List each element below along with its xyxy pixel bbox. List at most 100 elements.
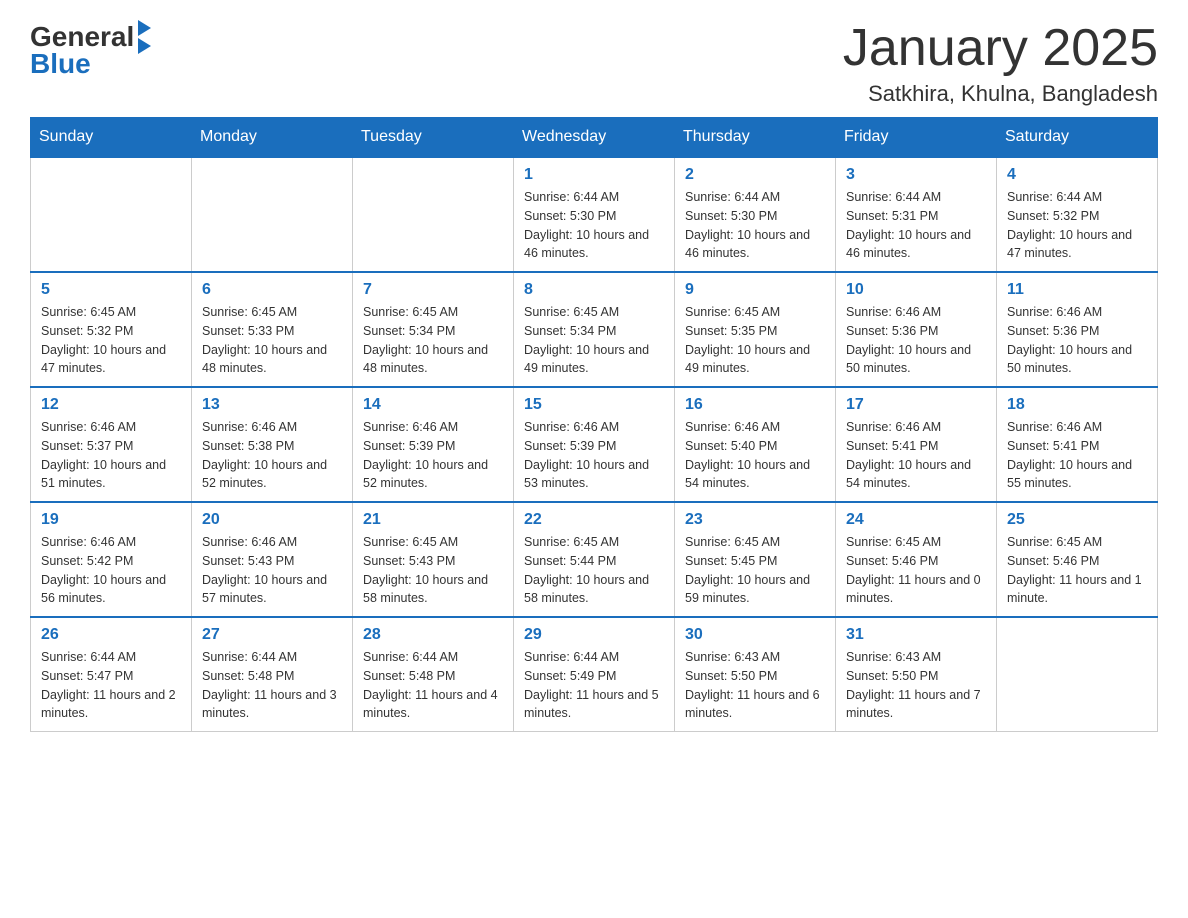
calendar-cell: 17 Sunrise: 6:46 AM Sunset: 5:41 PM Dayli…: [836, 387, 997, 502]
day-number: 18: [1007, 396, 1147, 414]
day-number: 3: [846, 166, 986, 184]
day-info: Sunrise: 6:44 AM Sunset: 5:48 PM Dayligh…: [202, 648, 342, 723]
day-info: Sunrise: 6:44 AM Sunset: 5:47 PM Dayligh…: [41, 648, 181, 723]
week-row-2: 5Sunrise: 6:45 AM Sunset: 5:32 PM Daylig…: [31, 272, 1158, 387]
day-info: Sunrise: 6:43 AM Sunset: 5:50 PM Dayligh…: [685, 648, 825, 723]
weekday-header-monday: Monday: [192, 118, 353, 158]
calendar-cell: 24Sunrise: 6:45 AM Sunset: 5:46 PM Dayli…: [836, 502, 997, 617]
day-number: 15: [524, 396, 664, 414]
day-info: Sunrise: 6:46 AM Sunset: 5:37 PM Dayligh…: [41, 418, 181, 493]
day-number: 29: [524, 626, 664, 644]
calendar-cell: 12 Sunrise: 6:46 AM Sunset: 5:37 PM Dayli…: [31, 387, 192, 502]
day-number: 28: [363, 626, 503, 644]
logo: General Blue: [30, 20, 151, 78]
day-number: 21: [363, 511, 503, 529]
day-number: 31: [846, 626, 986, 644]
weekday-header-friday: Friday: [836, 118, 997, 158]
day-number: 13: [202, 396, 342, 414]
day-info: Sunrise: 6:46 AM Sunset: 5:36 PM Dayligh…: [1007, 303, 1147, 378]
day-info: Sunrise: 6:45 AM Sunset: 5:34 PM Dayligh…: [363, 303, 503, 378]
calendar-cell: 16 Sunrise: 6:46 AM Sunset: 5:40 PM Dayli…: [675, 387, 836, 502]
calendar-cell: 3 Sunrise: 6:44 AM Sunset: 5:31 PM Daylig…: [836, 157, 997, 272]
day-info: Sunrise: 6:46 AM Sunset: 5:43 PM Dayligh…: [202, 533, 342, 608]
day-info: Sunrise: 6:44 AM Sunset: 5:30 PM Dayligh…: [524, 188, 664, 263]
calendar-cell: [997, 617, 1158, 732]
day-info: Sunrise: 6:45 AM Sunset: 5:33 PM Dayligh…: [202, 303, 342, 378]
day-info: Sunrise: 6:44 AM Sunset: 5:30 PM Dayligh…: [685, 188, 825, 263]
day-number: 12: [41, 396, 181, 414]
day-number: 2: [685, 166, 825, 184]
day-number: 6: [202, 281, 342, 299]
day-number: 8: [524, 281, 664, 299]
week-row-5: 26Sunrise: 6:44 AM Sunset: 5:47 PM Dayli…: [31, 617, 1158, 732]
day-number: 23: [685, 511, 825, 529]
day-number: 20: [202, 511, 342, 529]
day-info: Sunrise: 6:46 AM Sunset: 5:36 PM Dayligh…: [846, 303, 986, 378]
day-info: Sunrise: 6:45 AM Sunset: 5:45 PM Dayligh…: [685, 533, 825, 608]
day-info: Sunrise: 6:46 AM Sunset: 5:42 PM Dayligh…: [41, 533, 181, 608]
weekday-header-sunday: Sunday: [31, 118, 192, 158]
calendar-cell: 19Sunrise: 6:46 AM Sunset: 5:42 PM Dayli…: [31, 502, 192, 617]
day-info: Sunrise: 6:45 AM Sunset: 5:46 PM Dayligh…: [1007, 533, 1147, 608]
logo-general-text: General: [30, 23, 134, 51]
calendar-cell: 26Sunrise: 6:44 AM Sunset: 5:47 PM Dayli…: [31, 617, 192, 732]
day-info: Sunrise: 6:46 AM Sunset: 5:41 PM Dayligh…: [846, 418, 986, 493]
day-number: 27: [202, 626, 342, 644]
day-info: Sunrise: 6:46 AM Sunset: 5:39 PM Dayligh…: [363, 418, 503, 493]
weekday-header-row: SundayMondayTuesdayWednesdayThursdayFrid…: [31, 118, 1158, 158]
weekday-header-tuesday: Tuesday: [353, 118, 514, 158]
day-number: 16: [685, 396, 825, 414]
calendar-cell: 14 Sunrise: 6:46 AM Sunset: 5:39 PM Dayli…: [353, 387, 514, 502]
calendar-table: SundayMondayTuesdayWednesdayThursdayFrid…: [30, 117, 1158, 732]
calendar-cell: 18 Sunrise: 6:46 AM Sunset: 5:41 PM Dayli…: [997, 387, 1158, 502]
day-number: 4: [1007, 166, 1147, 184]
week-row-4: 19Sunrise: 6:46 AM Sunset: 5:42 PM Dayli…: [31, 502, 1158, 617]
day-info: Sunrise: 6:43 AM Sunset: 5:50 PM Dayligh…: [846, 648, 986, 723]
calendar-cell: 8 Sunrise: 6:45 AM Sunset: 5:34 PM Daylig…: [514, 272, 675, 387]
day-number: 1: [524, 166, 664, 184]
calendar-cell: 6 Sunrise: 6:45 AM Sunset: 5:33 PM Daylig…: [192, 272, 353, 387]
day-info: Sunrise: 6:45 AM Sunset: 5:32 PM Dayligh…: [41, 303, 181, 378]
calendar-cell: 5Sunrise: 6:45 AM Sunset: 5:32 PM Daylig…: [31, 272, 192, 387]
day-info: Sunrise: 6:46 AM Sunset: 5:38 PM Dayligh…: [202, 418, 342, 493]
calendar-subtitle: Satkhira, Khulna, Bangladesh: [843, 81, 1158, 107]
day-number: 11: [1007, 281, 1147, 299]
calendar-cell: 30 Sunrise: 6:43 AM Sunset: 5:50 PM Dayli…: [675, 617, 836, 732]
day-info: Sunrise: 6:44 AM Sunset: 5:48 PM Dayligh…: [363, 648, 503, 723]
weekday-header-saturday: Saturday: [997, 118, 1158, 158]
day-info: Sunrise: 6:45 AM Sunset: 5:34 PM Dayligh…: [524, 303, 664, 378]
day-info: Sunrise: 6:44 AM Sunset: 5:32 PM Dayligh…: [1007, 188, 1147, 263]
week-row-3: 12 Sunrise: 6:46 AM Sunset: 5:37 PM Dayli…: [31, 387, 1158, 502]
page-header: General Blue January 2025 Satkhira, Khul…: [30, 20, 1158, 107]
day-number: 30: [685, 626, 825, 644]
calendar-cell: 1 Sunrise: 6:44 AM Sunset: 5:30 PM Daylig…: [514, 157, 675, 272]
day-number: 14: [363, 396, 503, 414]
calendar-cell: 21 Sunrise: 6:45 AM Sunset: 5:43 PM Dayli…: [353, 502, 514, 617]
day-info: Sunrise: 6:46 AM Sunset: 5:41 PM Dayligh…: [1007, 418, 1147, 493]
day-number: 9: [685, 281, 825, 299]
calendar-cell: 28 Sunrise: 6:44 AM Sunset: 5:48 PM Dayli…: [353, 617, 514, 732]
day-info: Sunrise: 6:45 AM Sunset: 5:43 PM Dayligh…: [363, 533, 503, 608]
calendar-cell: 7 Sunrise: 6:45 AM Sunset: 5:34 PM Daylig…: [353, 272, 514, 387]
day-number: 10: [846, 281, 986, 299]
calendar-cell: 23 Sunrise: 6:45 AM Sunset: 5:45 PM Dayli…: [675, 502, 836, 617]
day-number: 7: [363, 281, 503, 299]
calendar-cell: [192, 157, 353, 272]
calendar-cell: 10 Sunrise: 6:46 AM Sunset: 5:36 PM Dayli…: [836, 272, 997, 387]
day-number: 22: [524, 511, 664, 529]
weekday-header-thursday: Thursday: [675, 118, 836, 158]
title-block: January 2025 Satkhira, Khulna, Banglades…: [843, 20, 1158, 107]
calendar-cell: 15 Sunrise: 6:46 AM Sunset: 5:39 PM Dayli…: [514, 387, 675, 502]
day-info: Sunrise: 6:45 AM Sunset: 5:35 PM Dayligh…: [685, 303, 825, 378]
calendar-cell: 29Sunrise: 6:44 AM Sunset: 5:49 PM Dayli…: [514, 617, 675, 732]
day-number: 25: [1007, 511, 1147, 529]
day-info: Sunrise: 6:45 AM Sunset: 5:44 PM Dayligh…: [524, 533, 664, 608]
day-number: 17: [846, 396, 986, 414]
day-info: Sunrise: 6:46 AM Sunset: 5:39 PM Dayligh…: [524, 418, 664, 493]
calendar-cell: 27 Sunrise: 6:44 AM Sunset: 5:48 PM Dayli…: [192, 617, 353, 732]
calendar-cell: 31 Sunrise: 6:43 AM Sunset: 5:50 PM Dayli…: [836, 617, 997, 732]
day-info: Sunrise: 6:46 AM Sunset: 5:40 PM Dayligh…: [685, 418, 825, 493]
day-info: Sunrise: 6:44 AM Sunset: 5:31 PM Dayligh…: [846, 188, 986, 263]
day-info: Sunrise: 6:45 AM Sunset: 5:46 PM Dayligh…: [846, 533, 986, 608]
week-row-1: 1 Sunrise: 6:44 AM Sunset: 5:30 PM Daylig…: [31, 157, 1158, 272]
